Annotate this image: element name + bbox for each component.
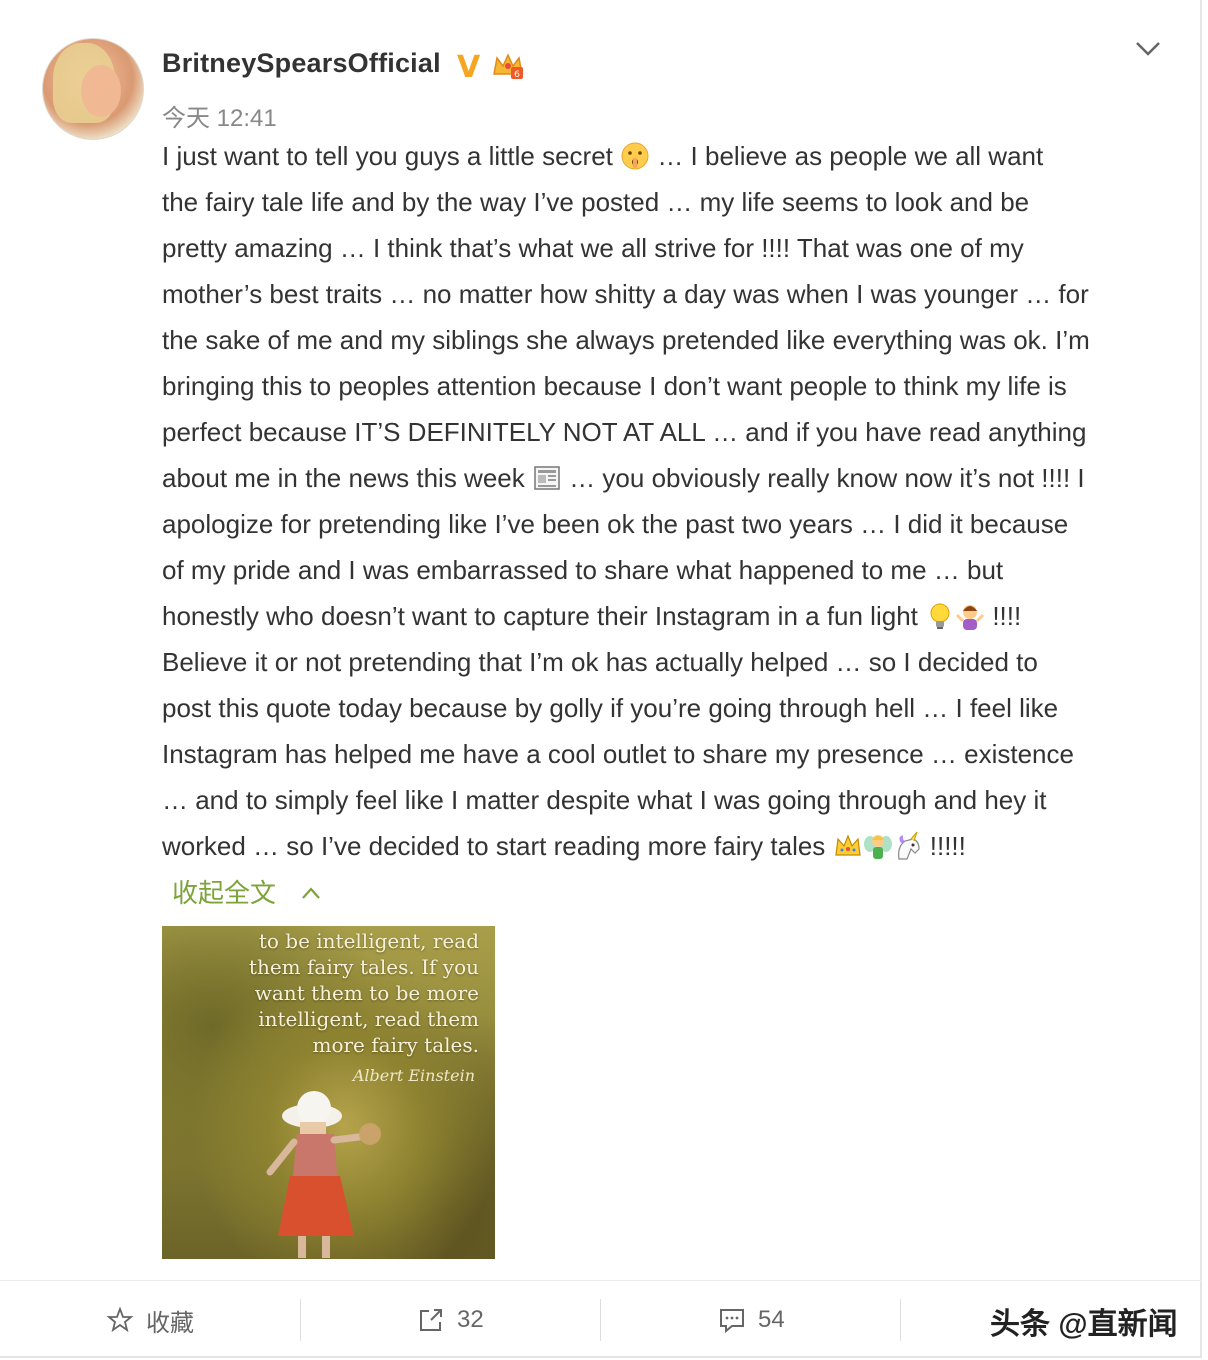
- post-text-line: the fairy tale life and by the way I’ve …: [162, 179, 1167, 225]
- post-text-segment: mother’s best traits … no matter how shi…: [162, 279, 1089, 309]
- chevron-up-icon: [302, 887, 321, 899]
- post-text-line: Believe it or not pretending that I’m ok…: [162, 639, 1167, 685]
- svg-text:6: 6: [514, 70, 520, 80]
- watermark: 头条 @直新闻: [990, 1308, 1178, 1341]
- fairy-icon: [863, 835, 892, 859]
- share-icon: [420, 1309, 442, 1331]
- post-text-segment: pretty amazing … I think that’s what we …: [162, 233, 1024, 263]
- post-time: 今天 12:41: [162, 105, 277, 132]
- post-text-segment: the fairy tale life and by the way I’ve …: [162, 187, 1030, 217]
- post-text-line: I just want to tell you guys a little se…: [162, 133, 1167, 179]
- avatar-face: [81, 65, 121, 117]
- post-text-segment: worked … so I’ve decided to start readin…: [162, 831, 833, 861]
- verified-badge-icon: V: [457, 50, 481, 85]
- post-text-line: honestly who doesn’t want to capture the…: [162, 593, 1167, 639]
- post-body: I just want to tell you guys a little se…: [162, 133, 1167, 869]
- unicorn-icon: [897, 831, 920, 860]
- post-image[interactable]: to be intelligent, read them fairy tales…: [162, 926, 495, 1259]
- post-text-segment: Believe it or not pretending that I’m ok…: [162, 647, 1038, 677]
- comment-count: 54: [758, 1306, 785, 1333]
- post-text-line: about me in the news this week … you obv…: [162, 455, 1167, 501]
- post-text-segment: honestly who doesn’t want to capture the…: [162, 601, 926, 631]
- post-text-segment: bringing this to peoples attention becau…: [162, 371, 1067, 401]
- image-quote-line: more fairy tales.: [312, 1033, 479, 1057]
- collapse-label: 收起全文: [172, 878, 277, 908]
- post-text-line: perfect because IT’S DEFINITELY NOT AT A…: [162, 409, 1167, 455]
- action-divider: [300, 1299, 301, 1341]
- comment-button[interactable]: 54: [718, 1281, 785, 1359]
- shrug-woman-icon: [956, 605, 985, 630]
- post-text-segment: apologize for pretending like I’ve been …: [162, 509, 1069, 539]
- post-text-line: the sake of me and my siblings she alway…: [162, 317, 1167, 363]
- repost-count: 32: [457, 1306, 484, 1333]
- action-divider: [600, 1299, 601, 1341]
- post-text-segment: post this quote today because by golly i…: [162, 693, 1059, 723]
- post-text-segment: … and to simply feel like I matter despi…: [162, 785, 1047, 815]
- member-crown-icon: 6: [493, 53, 523, 80]
- chevron-down-icon[interactable]: [1132, 36, 1164, 60]
- image-quote: to be intelligent, read them fairy tales…: [249, 928, 479, 1058]
- girl-illustration: [266, 1091, 381, 1258]
- repost-button[interactable]: 32: [417, 1281, 484, 1359]
- post-text-segment: … I believe as people we all want: [650, 141, 1044, 171]
- image-quote-line: to be intelligent, read: [258, 929, 479, 953]
- light-bulb-icon: [930, 603, 950, 629]
- crown-icon: [834, 834, 861, 856]
- post-text-line: pretty amazing … I think that’s what we …: [162, 225, 1167, 271]
- post-text-line: Instagram has helped me have a cool outl…: [162, 731, 1167, 777]
- post-text-line: mother’s best traits … no matter how shi…: [162, 271, 1167, 317]
- image-quote-line: them fairy tales. If you: [248, 955, 479, 979]
- post-text-segment: !!!!!: [922, 831, 966, 861]
- favorite-button[interactable]: 收藏: [106, 1281, 194, 1359]
- comment-icon: [720, 1309, 744, 1334]
- newspaper-icon: [534, 466, 560, 490]
- post-text-line: apologize for pretending like I’ve been …: [162, 501, 1167, 547]
- image-quote-line: intelligent, read them: [258, 1007, 479, 1031]
- author-avatar[interactable]: [42, 38, 144, 140]
- favorite-label: 收藏: [146, 1309, 194, 1337]
- collapse-text-button[interactable]: 收起全文: [172, 873, 321, 910]
- post-text-segment: of my pride and I was embarrassed to sha…: [162, 555, 1004, 585]
- post-text-segment: about me in the news this week: [162, 463, 532, 493]
- post-text-line: … and to simply feel like I matter despi…: [162, 777, 1167, 823]
- shush-face-icon: [621, 142, 649, 170]
- post-text-segment: I just want to tell you guys a little se…: [162, 141, 621, 171]
- action-divider: [900, 1299, 901, 1341]
- author-name[interactable]: BritneySpearsOfficial: [162, 48, 441, 79]
- post-text-line: bringing this to peoples attention becau…: [162, 363, 1167, 409]
- star-icon: [106, 1306, 134, 1333]
- post-text-line: post this quote today because by golly i…: [162, 685, 1167, 731]
- post-text-segment: !!!!: [985, 601, 1022, 631]
- post-text-segment: perfect because IT’S DEFINITELY NOT AT A…: [162, 417, 1087, 447]
- post-text-segment: Instagram has helped me have a cool outl…: [162, 739, 1074, 769]
- post-text-line: of my pride and I was embarrassed to sha…: [162, 547, 1167, 593]
- image-quote-line: want them to be more: [254, 981, 479, 1005]
- weibo-post-card: BritneySpearsOfficial V 6 今天 12:41 I jus…: [0, 0, 1202, 1358]
- post-text-segment: the sake of me and my siblings she alway…: [162, 325, 1090, 355]
- post-text-segment: … you obviously really know now it’s not…: [561, 463, 1085, 493]
- post-text-line: worked … so I’ve decided to start readin…: [162, 823, 1167, 869]
